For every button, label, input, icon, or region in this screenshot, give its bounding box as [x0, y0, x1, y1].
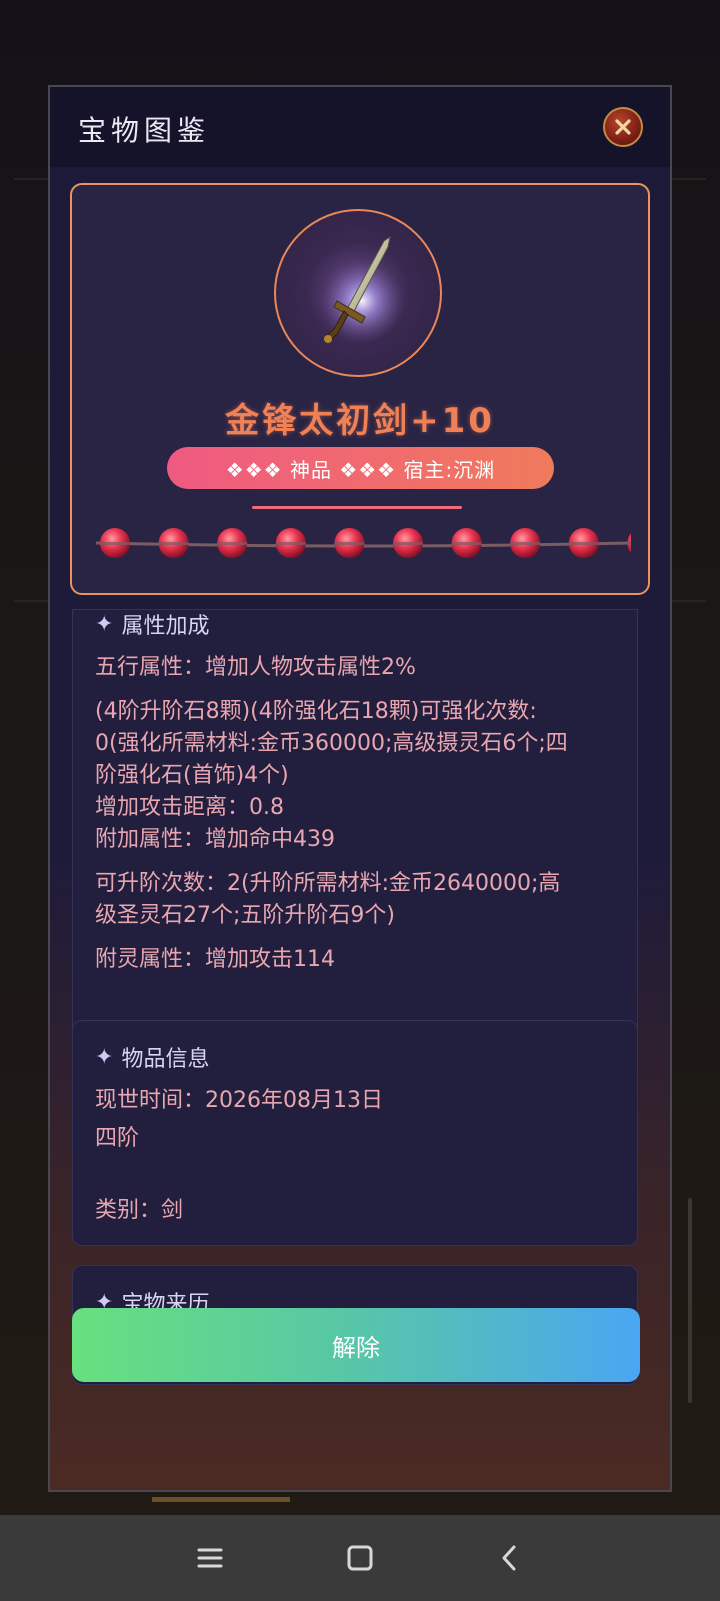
attribute-line: 附灵属性：增加攻击114 — [95, 947, 335, 972]
quality-badge: ❖❖❖ 神品 ❖❖❖ 宿主:沉渊 — [167, 447, 554, 489]
sparkle-icon: ✦ — [95, 1044, 114, 1070]
bead-band — [568, 542, 599, 545]
close-button[interactable] — [603, 107, 643, 147]
home-square-icon — [347, 1545, 373, 1571]
bead-band — [158, 542, 189, 545]
modal-scroll-content[interactable]: 金锋太初剑+10 ❖❖❖ 神品 ❖❖❖ 宿主:沉渊 ✦ 属性加成 五行属性：增加… — [50, 177, 670, 1407]
attribute-line: 0(强化所需材料:金币360000;高级摄灵石6个;四 — [95, 731, 568, 756]
back-chevron-icon — [502, 1545, 516, 1571]
item-name: 金锋太初剑+10 — [225, 401, 495, 441]
attributes-title-text: 属性加成 — [121, 614, 210, 639]
bead-band — [510, 542, 541, 545]
unbind-button[interactable]: 解除 — [72, 1308, 640, 1382]
sparkle-icon: ✦ — [95, 611, 114, 637]
info-line: 类别：剑 — [95, 1198, 184, 1223]
attribute-line: 增加攻击距离：0.8 — [95, 795, 284, 820]
item-info-title-text: 物品信息 — [121, 1047, 210, 1072]
hero-divider — [252, 506, 462, 509]
bead-band — [217, 542, 248, 545]
attribute-line: (4阶升阶石8颗)(4阶强化石18颗)可强化次数: — [95, 699, 537, 724]
background-scrollbar — [688, 1198, 692, 1403]
sword-icon — [320, 235, 404, 343]
bead-band — [393, 542, 423, 545]
attributes-card: ✦ 属性加成 五行属性：增加人物攻击属性2% (4阶升阶石8颗)(4阶强化石18… — [72, 609, 638, 1081]
bead-band — [334, 542, 365, 545]
attribute-line: 五行属性：增加人物攻击属性2% — [95, 655, 416, 680]
info-line: 四阶 — [95, 1126, 140, 1151]
info-line: 现世时间：2026年08月13日 — [95, 1088, 383, 1113]
attribute-line: 阶强化石(首饰)4个) — [95, 763, 289, 788]
modal-header: 宝物图鉴 — [50, 87, 670, 167]
attribute-line: 可升阶次数：2(升阶所需材料:金币2640000;高 — [95, 871, 561, 896]
treasure-catalog-modal: 宝物图鉴 金锋太初剑+10 ❖❖❖ 神品 ❖❖❖ 宿主:沉渊 ✦ 属性加成 五行… — [48, 85, 672, 1492]
nav-menu-button[interactable] — [190, 1538, 230, 1578]
close-x-icon — [615, 119, 631, 135]
nav-back-button[interactable] — [490, 1538, 530, 1578]
background-tab-indicator — [152, 1497, 290, 1502]
attribute-line: 级圣灵石27个;五阶升阶石9个) — [95, 903, 395, 928]
bead-band — [275, 542, 306, 545]
item-info-title: ✦ 物品信息 — [95, 1041, 209, 1073]
bead-band — [451, 542, 482, 545]
bead-band — [100, 542, 130, 545]
attribute-line: 附加属性：增加命中439 — [95, 827, 335, 852]
item-image-frame — [274, 209, 442, 377]
item-hero-card: 金锋太初剑+10 ❖❖❖ 神品 ❖❖❖ 宿主:沉渊 — [70, 183, 650, 595]
enhance-level-beads — [96, 527, 631, 559]
item-info-card: ✦ 物品信息 现世时间：2026年08月13日 四阶 类别：剑 — [72, 1020, 638, 1246]
menu-icon — [197, 1548, 223, 1568]
nav-home-button[interactable] — [340, 1538, 380, 1578]
bead-band — [627, 542, 631, 545]
system-nav-bar — [0, 1515, 720, 1601]
attributes-title: ✦ 属性加成 — [95, 608, 209, 640]
modal-title: 宝物图鉴 — [78, 114, 211, 147]
